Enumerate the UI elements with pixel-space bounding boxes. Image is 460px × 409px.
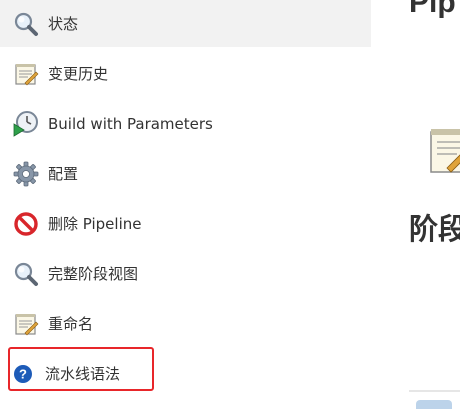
sidebar-item-label: Build with Parameters [48, 114, 213, 133]
stage-view-heading: 阶段 [409, 212, 460, 246]
sidebar-item-status[interactable]: 状态 [0, 0, 371, 47]
magnifier-icon [12, 10, 40, 38]
notepad-icon [12, 60, 40, 88]
sidebar-item-pipeline-syntax[interactable]: ? 流水线语法 [0, 350, 371, 397]
magnifier-icon [12, 260, 40, 288]
sidebar-item-build-with-parameters[interactable]: Build with Parameters [0, 100, 371, 147]
sidebar-item-label: 完整阶段视图 [48, 265, 139, 283]
sidebar-item-rename[interactable]: 重命名 [0, 300, 371, 347]
sidebar-item-label: 流水线语法 [45, 365, 121, 383]
no-entry-icon [12, 210, 40, 238]
notepad-icon [429, 126, 460, 176]
jenkins-pipeline-page: 状态 变更历史 Build with Parameters 配置 删除 Pipe… [0, 0, 460, 409]
divider [409, 390, 460, 392]
sidebar-item-changes[interactable]: 变更历史 [0, 50, 371, 97]
gear-icon [12, 160, 40, 188]
clock-play-icon [12, 110, 40, 138]
sidebar-item-label: 状态 [48, 15, 79, 33]
sidebar-item-full-stage-view[interactable]: 完整阶段视图 [0, 250, 371, 297]
sidebar-item-delete-pipeline[interactable]: 删除 Pipeline [0, 200, 371, 247]
sidebar-item-label: 删除 Pipeline [48, 215, 142, 233]
sidebar-item-label: 重命名 [48, 315, 94, 333]
help-icon: ? [12, 363, 34, 385]
sidebar: 状态 变更历史 Build with Parameters 配置 删除 Pipe… [0, 0, 371, 409]
main-content: Pip 阶段 [371, 0, 460, 409]
sidebar-item-label: 变更历史 [48, 65, 109, 83]
stage-chip [416, 400, 452, 409]
svg-text:?: ? [19, 366, 27, 381]
sidebar-item-configure[interactable]: 配置 [0, 150, 371, 197]
page-title: Pip [409, 0, 456, 19]
notepad-icon [12, 310, 40, 338]
sidebar-item-label: 配置 [48, 165, 79, 183]
